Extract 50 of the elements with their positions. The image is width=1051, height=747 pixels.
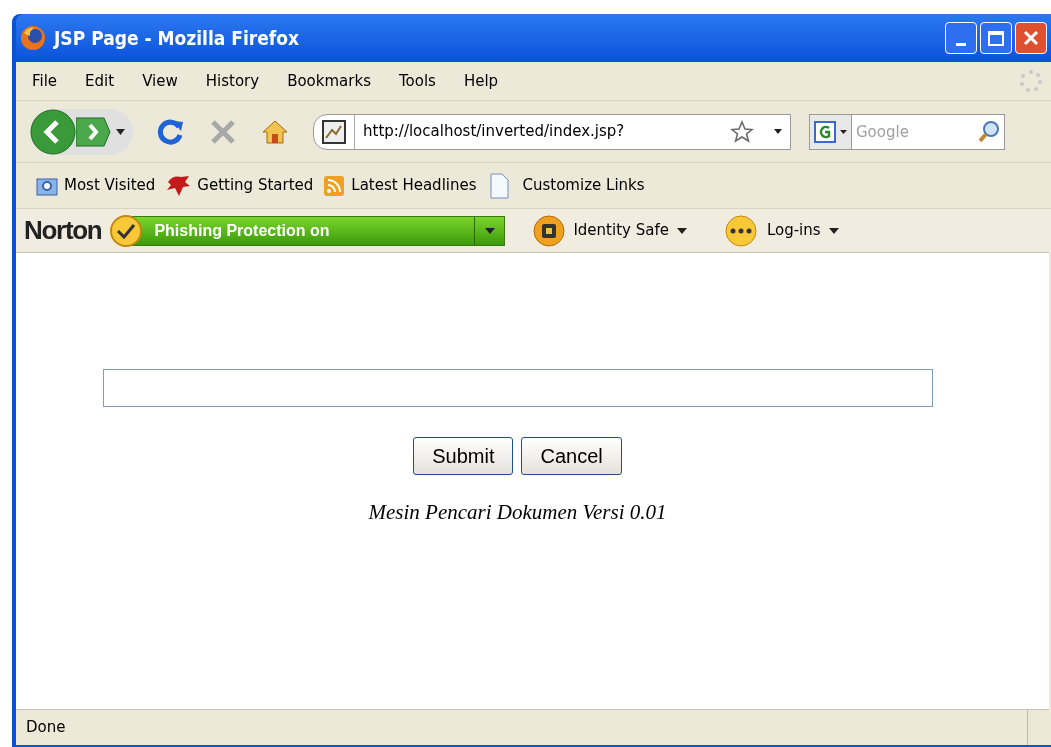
norton-logo: Norton	[24, 214, 102, 247]
close-button[interactable]	[1015, 22, 1047, 54]
menu-button[interactable]: Identity Safe	[573, 219, 687, 242]
url-text: http://localhost/inverted/index.jsp?	[363, 121, 625, 143]
text-input-field[interactable]	[102, 369, 933, 407]
throbber-icon	[1019, 69, 1043, 93]
menu-item[interactable]: History	[205, 69, 260, 93]
caret-icon[interactable]	[676, 227, 687, 234]
creature-icon	[165, 173, 192, 198]
bookmark-link[interactable]: Getting Started	[197, 174, 314, 197]
address-bar[interactable]: http://localhost/inverted/index.jsp?	[313, 113, 791, 150]
checkmark-icon	[109, 213, 144, 248]
bookmark-link[interactable]: Most Visited	[64, 174, 156, 197]
reload-icon[interactable]	[157, 117, 185, 146]
page-icon	[488, 172, 509, 199]
bookmark-link[interactable]: Latest Headlines	[351, 174, 477, 197]
form-button[interactable]: Cancel	[521, 437, 622, 475]
firefox-logo-icon	[20, 25, 46, 51]
menu-item[interactable]: Help	[463, 69, 499, 93]
menu-button[interactable]: Log-ins	[766, 219, 839, 242]
lock-icon	[533, 214, 566, 247]
menu-item[interactable]: View	[142, 69, 178, 93]
caret-icon[interactable]	[828, 227, 839, 234]
menu-item[interactable]: File	[32, 69, 58, 93]
status-text: Done	[26, 717, 66, 739]
search-engine-button[interactable]	[809, 113, 852, 150]
bookmark-link[interactable]: Customize Links	[522, 174, 645, 197]
star-icon[interactable]	[730, 119, 754, 144]
rss-feed-icon	[323, 174, 346, 197]
folder-search-icon	[36, 175, 58, 196]
close-icon[interactable]	[1022, 29, 1040, 47]
site-icon	[322, 119, 346, 144]
menu-item[interactable]: Bookmarks	[287, 69, 371, 93]
minimize-button[interactable]	[945, 22, 977, 54]
menu-item[interactable]: Edit	[85, 69, 115, 93]
password-icon	[722, 214, 759, 247]
window-title: JSP Page - Mozilla Firefox	[54, 25, 299, 51]
google-icon[interactable]	[814, 120, 836, 143]
maximize-button[interactable]	[980, 22, 1012, 54]
dropdown-caret-icon[interactable]	[774, 129, 782, 134]
forward-icon[interactable]	[76, 114, 112, 149]
dropdown-caret-icon[interactable]	[484, 227, 495, 234]
dropdown-caret-icon[interactable]	[840, 129, 847, 134]
menu-item[interactable]: Tools	[398, 69, 436, 93]
back-icon[interactable]	[30, 108, 76, 155]
caption-text: Mesin Pencari Dokumen Versi 0.01	[368, 499, 667, 526]
search-field[interactable]: Google	[852, 113, 1005, 150]
form-button[interactable]: Submit	[413, 437, 514, 475]
dropdown-caret-icon[interactable]	[116, 128, 125, 135]
back-forward-buttons[interactable]	[30, 108, 133, 155]
